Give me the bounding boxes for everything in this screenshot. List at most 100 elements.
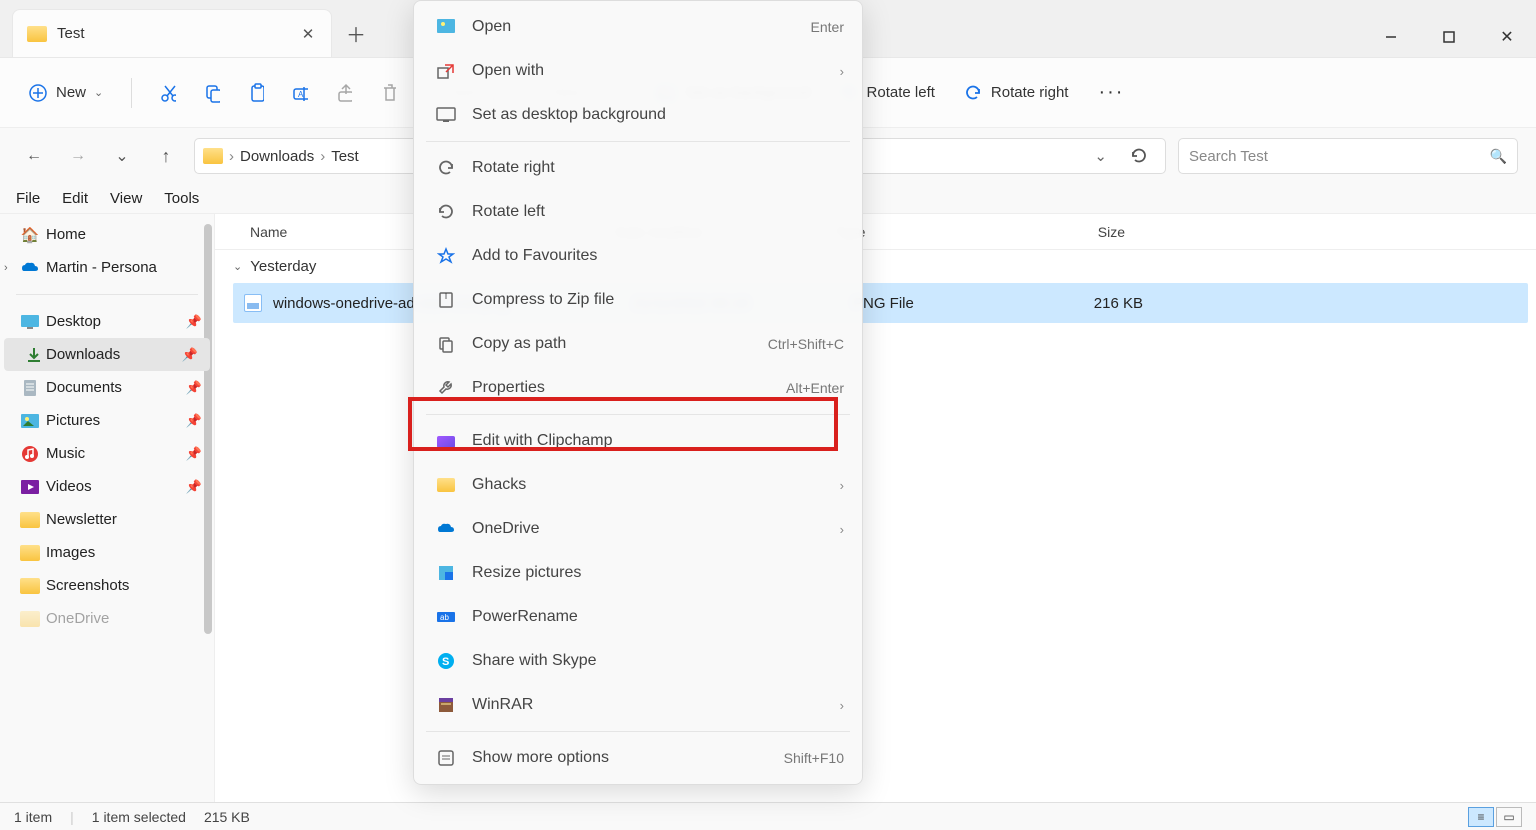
picture-icon xyxy=(432,15,460,39)
onedrive-icon xyxy=(432,517,460,541)
menu-file[interactable]: File xyxy=(6,187,50,210)
rotate-right-icon xyxy=(432,156,460,180)
rename-button[interactable]: A xyxy=(282,75,318,111)
sidebar-item-newsletter[interactable]: Newsletter xyxy=(0,503,214,536)
copy-button[interactable] xyxy=(194,75,230,111)
folder-icon xyxy=(27,26,47,42)
svg-text:ab: ab xyxy=(440,613,449,622)
more-button[interactable]: ··· xyxy=(1086,77,1136,108)
chevron-down-icon[interactable]: ⌄ xyxy=(1086,147,1115,165)
forward-button[interactable]: → xyxy=(62,140,94,172)
sidebar-item-documents[interactable]: Documents 📌 xyxy=(0,371,214,404)
expand-icon[interactable]: › xyxy=(4,262,8,274)
svg-text:S: S xyxy=(442,656,449,668)
menu-tools[interactable]: Tools xyxy=(154,187,209,210)
sidebar-item-personal[interactable]: › Martin - Persona xyxy=(0,251,214,284)
minimize-button[interactable] xyxy=(1362,17,1420,57)
delete-button[interactable] xyxy=(370,75,406,111)
ctx-favourites[interactable]: Add to Favourites xyxy=(414,234,862,278)
file-type: PNG File xyxy=(853,295,1043,312)
col-type[interactable]: Type xyxy=(835,224,1025,240)
search-icon: 🔍 xyxy=(1490,148,1507,165)
chevron-down-icon: ⌄ xyxy=(233,260,242,273)
sidebar-label: Music xyxy=(46,445,85,462)
ctx-powerrename[interactable]: ab PowerRename xyxy=(414,595,862,639)
powerrename-icon: ab xyxy=(432,605,460,629)
menu-edit[interactable]: Edit xyxy=(52,187,98,210)
breadcrumb-segment[interactable]: Downloads xyxy=(240,148,314,165)
breadcrumb-segment[interactable]: Test xyxy=(331,148,359,165)
ctx-clipchamp[interactable]: Edit with Clipchamp xyxy=(414,419,862,463)
clipboard-icon xyxy=(248,83,264,103)
sidebar-label: Documents xyxy=(46,379,122,396)
ctx-onedrive[interactable]: OneDrive › xyxy=(414,507,862,551)
folder-icon xyxy=(20,610,40,628)
window-controls: ✕ xyxy=(1362,17,1536,57)
ctx-properties[interactable]: Properties Alt+Enter xyxy=(414,366,862,410)
wrench-icon xyxy=(432,376,460,400)
sidebar-label: Newsletter xyxy=(46,511,117,528)
close-window-button[interactable]: ✕ xyxy=(1478,17,1536,57)
desktop-icon xyxy=(432,103,460,127)
pin-icon: 📌 xyxy=(186,446,202,462)
sidebar-item-images[interactable]: Images xyxy=(0,536,214,569)
ctx-resize[interactable]: Resize pictures xyxy=(414,551,862,595)
ctx-ghacks[interactable]: Ghacks › xyxy=(414,463,862,507)
refresh-button[interactable] xyxy=(1121,138,1157,174)
sidebar-label: Screenshots xyxy=(46,577,129,594)
sidebar-item-screenshots[interactable]: Screenshots xyxy=(0,569,214,602)
ctx-zip[interactable]: Compress to Zip file xyxy=(414,278,862,322)
pin-icon: 📌 xyxy=(186,413,202,429)
home-icon: 🏠 xyxy=(20,226,40,244)
cut-button[interactable] xyxy=(150,75,186,111)
chevron-right-icon: › xyxy=(840,64,844,79)
sidebar-item-pictures[interactable]: Pictures 📌 xyxy=(0,404,214,437)
back-button[interactable]: ← xyxy=(18,140,50,172)
share-button[interactable] xyxy=(326,75,362,111)
new-button[interactable]: New ⌄ xyxy=(18,77,113,109)
rotate-left-icon xyxy=(432,200,460,224)
col-size[interactable]: Size xyxy=(1025,224,1135,240)
sidebar: 🏠 Home › Martin - Persona Desktop 📌 Down… xyxy=(0,214,215,802)
ctx-more[interactable]: Show more options Shift+F10 xyxy=(414,736,862,780)
sidebar-label: Home xyxy=(46,226,86,243)
new-tab-button[interactable]: ＋ xyxy=(332,9,380,57)
sidebar-item-videos[interactable]: Videos 📌 xyxy=(0,470,214,503)
sidebar-label: OneDrive xyxy=(46,610,109,627)
chevron-right-icon: › xyxy=(840,522,844,537)
menu-view[interactable]: View xyxy=(100,187,152,210)
chevron-right-icon: › xyxy=(320,148,325,165)
ctx-set-bg[interactable]: Set as desktop background xyxy=(414,93,862,137)
winrar-icon xyxy=(432,693,460,717)
ctx-open[interactable]: Open Enter xyxy=(414,5,862,49)
rotate-left-label: Rotate left xyxy=(867,84,935,101)
sidebar-item-music[interactable]: Music 📌 xyxy=(0,437,214,470)
sidebar-item-home[interactable]: 🏠 Home xyxy=(0,218,214,251)
paste-button[interactable] xyxy=(238,75,274,111)
rotate-right-button[interactable]: Rotate right xyxy=(953,77,1079,109)
sidebar-item-onedrive[interactable]: OneDrive xyxy=(0,602,214,635)
statusbar: 1 item | 1 item selected 215 KB ≡ ▭ xyxy=(0,802,1536,830)
ctx-open-with[interactable]: Open with › xyxy=(414,49,862,93)
tab[interactable]: Test ✕ xyxy=(12,9,332,57)
ctx-winrar[interactable]: WinRAR › xyxy=(414,683,862,727)
details-view-button[interactable]: ≡ xyxy=(1468,807,1494,827)
pin-icon: 📌 xyxy=(186,380,202,396)
ctx-skype[interactable]: S Share with Skype xyxy=(414,639,862,683)
desktop-icon xyxy=(20,313,40,331)
view-toggle: ≡ ▭ xyxy=(1468,807,1522,827)
ctx-rotate-left[interactable]: Rotate left xyxy=(414,190,862,234)
up-button[interactable]: ↑ xyxy=(150,140,182,172)
documents-icon xyxy=(20,379,40,397)
sidebar-item-desktop[interactable]: Desktop 📌 xyxy=(0,305,214,338)
search-input[interactable]: Search Test 🔍 xyxy=(1178,138,1518,174)
ctx-rotate-right[interactable]: Rotate right xyxy=(414,146,862,190)
maximize-button[interactable] xyxy=(1420,17,1478,57)
recent-button[interactable]: ⌄ xyxy=(106,140,138,172)
open-with-icon xyxy=(432,59,460,83)
close-tab-button[interactable]: ✕ xyxy=(299,25,317,43)
ctx-copy-path[interactable]: Copy as path Ctrl+Shift+C xyxy=(414,322,862,366)
thumbnails-view-button[interactable]: ▭ xyxy=(1496,807,1522,827)
rename-icon: A xyxy=(292,83,308,103)
sidebar-item-downloads[interactable]: Downloads 📌 xyxy=(4,338,210,371)
